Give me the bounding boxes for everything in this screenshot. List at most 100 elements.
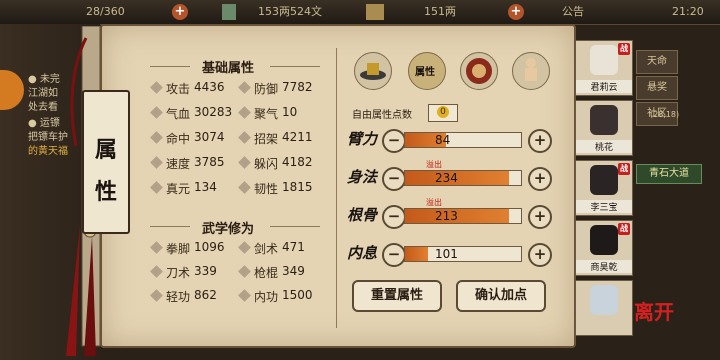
character-card[interactable]: 桃花: [575, 100, 633, 156]
stat-value: 7782: [282, 80, 313, 94]
quest-line: 江湖如: [28, 88, 58, 99]
attribute-bar: 234: [404, 170, 522, 186]
money-value: 153两524文: [258, 5, 322, 18]
confirm-points-button[interactable]: 确认加点: [456, 280, 546, 312]
add-ingot-button[interactable]: +: [508, 4, 524, 20]
quest-line: 处去看: [28, 102, 58, 113]
title-char: 性: [94, 179, 117, 205]
stat-label: 真元: [166, 182, 191, 196]
coin-icon: [222, 4, 236, 20]
attribute-value: 213: [435, 209, 458, 223]
increase-button[interactable]: +: [528, 167, 552, 191]
stat-value: 4436: [194, 80, 225, 94]
side-number: (28,18): [650, 110, 680, 119]
leave-button[interactable]: 离开: [634, 296, 674, 325]
attribute-name: 内息: [347, 244, 378, 262]
add-energy-button[interactable]: +: [172, 4, 188, 20]
energy-value: 28/360: [86, 5, 125, 18]
stat-value: 1815: [282, 180, 313, 194]
side-button[interactable]: 天命: [636, 50, 678, 74]
announcement-button[interactable]: 公告: [562, 4, 584, 20]
attribute-name: 根骨: [347, 206, 378, 224]
quest-line: ● 运镖: [28, 118, 60, 129]
attribute-value: 84: [435, 133, 451, 147]
stat-value: 4211: [282, 130, 313, 144]
title-char: 属: [94, 137, 117, 163]
stat-label: 气血: [166, 107, 191, 121]
martial-label: 轻功: [166, 290, 191, 304]
stat-label: 防御: [254, 82, 279, 96]
martial-value: 471: [282, 240, 305, 254]
stat-label: 命中: [166, 132, 191, 146]
stat-value: 134: [194, 180, 217, 194]
free-points-label: 自由属性点数: [352, 110, 412, 121]
body-icon[interactable]: [512, 52, 550, 90]
character-card[interactable]: 李三宝 战: [575, 160, 633, 216]
stat-label: 聚气: [254, 107, 279, 121]
character-card[interactable]: 商昊乾 战: [575, 220, 633, 276]
stat-value: 30283: [194, 105, 233, 119]
stat-value: 3785: [194, 155, 225, 169]
stat-value: 4182: [282, 155, 313, 169]
increase-button[interactable]: +: [528, 205, 552, 229]
panel-title-strip: 属 性: [82, 90, 130, 234]
character-name: 商昊乾: [576, 260, 632, 273]
increase-button[interactable]: +: [528, 129, 552, 153]
martial-value: 862: [194, 288, 217, 302]
quest-tab-icon[interactable]: [0, 70, 24, 110]
divider: [270, 226, 320, 227]
hat-icon[interactable]: [354, 52, 392, 90]
martial-label: 内功: [254, 290, 279, 304]
stat-label: 韧性: [254, 182, 279, 196]
attribute-bar: 213: [404, 208, 522, 224]
martial-value: 339: [194, 264, 217, 278]
martial-value: 1500: [282, 288, 313, 302]
martial-label: 枪棍: [254, 266, 279, 280]
character-portrait: [590, 285, 618, 315]
character-name: 李三宝: [576, 200, 632, 213]
battle-badge: 战: [618, 163, 630, 175]
decrease-button[interactable]: −: [382, 243, 406, 267]
overflow-label: 溢出: [426, 198, 442, 207]
side-button[interactable]: 悬奖: [636, 76, 678, 100]
martial-attributes-header: 武学修为: [202, 222, 255, 237]
martial-label: 剑术: [254, 242, 279, 256]
ingot-value: 151两: [424, 5, 456, 18]
battle-badge: 战: [618, 223, 630, 235]
character-portrait: [590, 225, 618, 255]
panel-divider: [336, 48, 337, 328]
map-location-label[interactable]: 青石大道: [636, 164, 702, 184]
stat-label: 速度: [166, 157, 191, 171]
overflow-label: 溢出: [426, 160, 442, 169]
divider: [150, 226, 190, 227]
character-card[interactable]: 君莉云 战: [575, 40, 633, 96]
attribute-bar-fill: [405, 247, 429, 261]
clock-time: 21:20: [672, 5, 704, 18]
compass-icon[interactable]: [460, 52, 498, 90]
stat-label: 躲闪: [254, 157, 279, 171]
reset-attributes-button[interactable]: 重置属性: [352, 280, 442, 312]
decrease-button[interactable]: −: [382, 129, 406, 153]
free-points-value: 0: [437, 106, 449, 118]
top-bar: 28/360 + 153两524文 151两 + 公告 21:20: [0, 0, 720, 25]
character-name: 桃花: [576, 140, 632, 153]
decrease-button[interactable]: −: [382, 205, 406, 229]
character-name: 君莉云: [576, 80, 632, 93]
divider: [150, 66, 190, 67]
free-points-box: 0: [428, 104, 458, 122]
attribute-bar: 101: [404, 246, 522, 262]
martial-label: 刀术: [166, 266, 191, 280]
attribute-tab-icon[interactable]: 属性: [408, 52, 446, 90]
increase-button[interactable]: +: [528, 243, 552, 267]
character-portrait: [590, 165, 618, 195]
stat-label: 招架: [254, 132, 279, 146]
character-portrait: [590, 105, 618, 135]
attribute-name: 臂力: [347, 130, 378, 148]
decrease-button[interactable]: −: [382, 167, 406, 191]
ingot-icon: [366, 4, 384, 20]
stat-label: 攻击: [166, 82, 191, 96]
martial-label: 拳脚: [166, 242, 191, 256]
character-portrait: [590, 45, 618, 75]
stat-value: 3074: [194, 130, 225, 144]
character-card[interactable]: [575, 280, 633, 336]
